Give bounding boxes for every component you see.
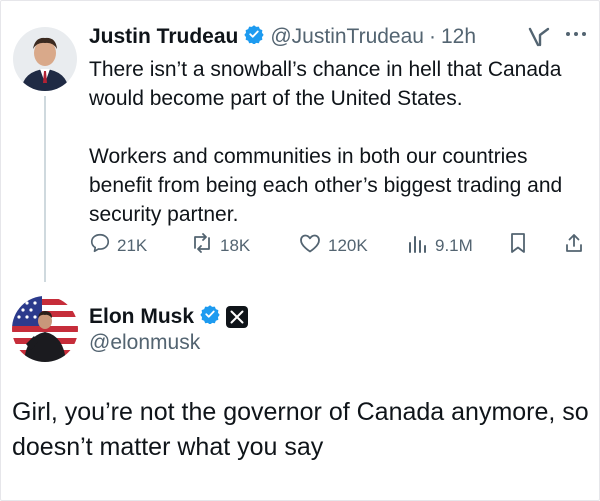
repost-icon — [190, 232, 220, 259]
tweet2-author-name[interactable]: Elon Musk — [89, 305, 194, 329]
bookmark-button[interactable] — [508, 232, 534, 259]
tweet1-action-bar: 21K 18K 120K 9.1M — [89, 232, 589, 262]
reply-button[interactable]: 21K — [89, 232, 147, 259]
separator-dot: · — [428, 25, 436, 48]
tweet2-text: Girl, you’re not the governor of Canada … — [12, 395, 592, 465]
tweet2-paragraph: Girl, you’re not the governor of Canada … — [12, 398, 589, 461]
avatar-elon-musk[interactable] — [12, 296, 78, 362]
x-logo-icon — [226, 306, 249, 328]
repost-button[interactable]: 18K — [190, 232, 250, 259]
more-icon[interactable] — [565, 22, 587, 43]
share-icon — [563, 232, 591, 259]
tweet1-text: There isn’t a snowball’s chance in hell … — [89, 55, 589, 229]
views-icon — [407, 232, 435, 259]
tweet1-header: Justin Trudeau @JustinTrudeau · 12h — [89, 22, 476, 52]
tweet1-handle[interactable]: @JustinTrudeau — [270, 25, 424, 49]
tweet1-author-name[interactable]: Justin Trudeau — [89, 25, 238, 49]
reply-icon — [89, 232, 117, 259]
like-button[interactable]: 120K — [298, 232, 368, 259]
like-count: 120K — [328, 235, 368, 255]
verified-badge-icon — [200, 304, 220, 330]
views-button[interactable]: 9.1M — [407, 232, 473, 259]
repost-count: 18K — [220, 235, 251, 255]
thread-connector-line — [44, 96, 46, 282]
tweet1-paragraph-1: There isn’t a snowball’s chance in hell … — [89, 58, 562, 110]
like-icon — [298, 232, 328, 259]
share-button[interactable] — [563, 232, 591, 259]
tweet1-paragraph-2: Workers and communities in both our coun… — [89, 145, 563, 226]
tweet2-header: Elon Musk — [89, 302, 249, 332]
avatar-justin-trudeau[interactable] — [13, 27, 77, 91]
grok-icon[interactable] — [527, 26, 551, 53]
verified-badge-icon — [244, 24, 265, 50]
views-count: 9.1M — [435, 235, 473, 255]
tweet2-handle[interactable]: @elonmusk — [89, 331, 200, 355]
bookmark-icon — [508, 232, 534, 259]
reply-count: 21K — [117, 235, 148, 255]
tweet1-timestamp[interactable]: 12h — [441, 25, 476, 49]
